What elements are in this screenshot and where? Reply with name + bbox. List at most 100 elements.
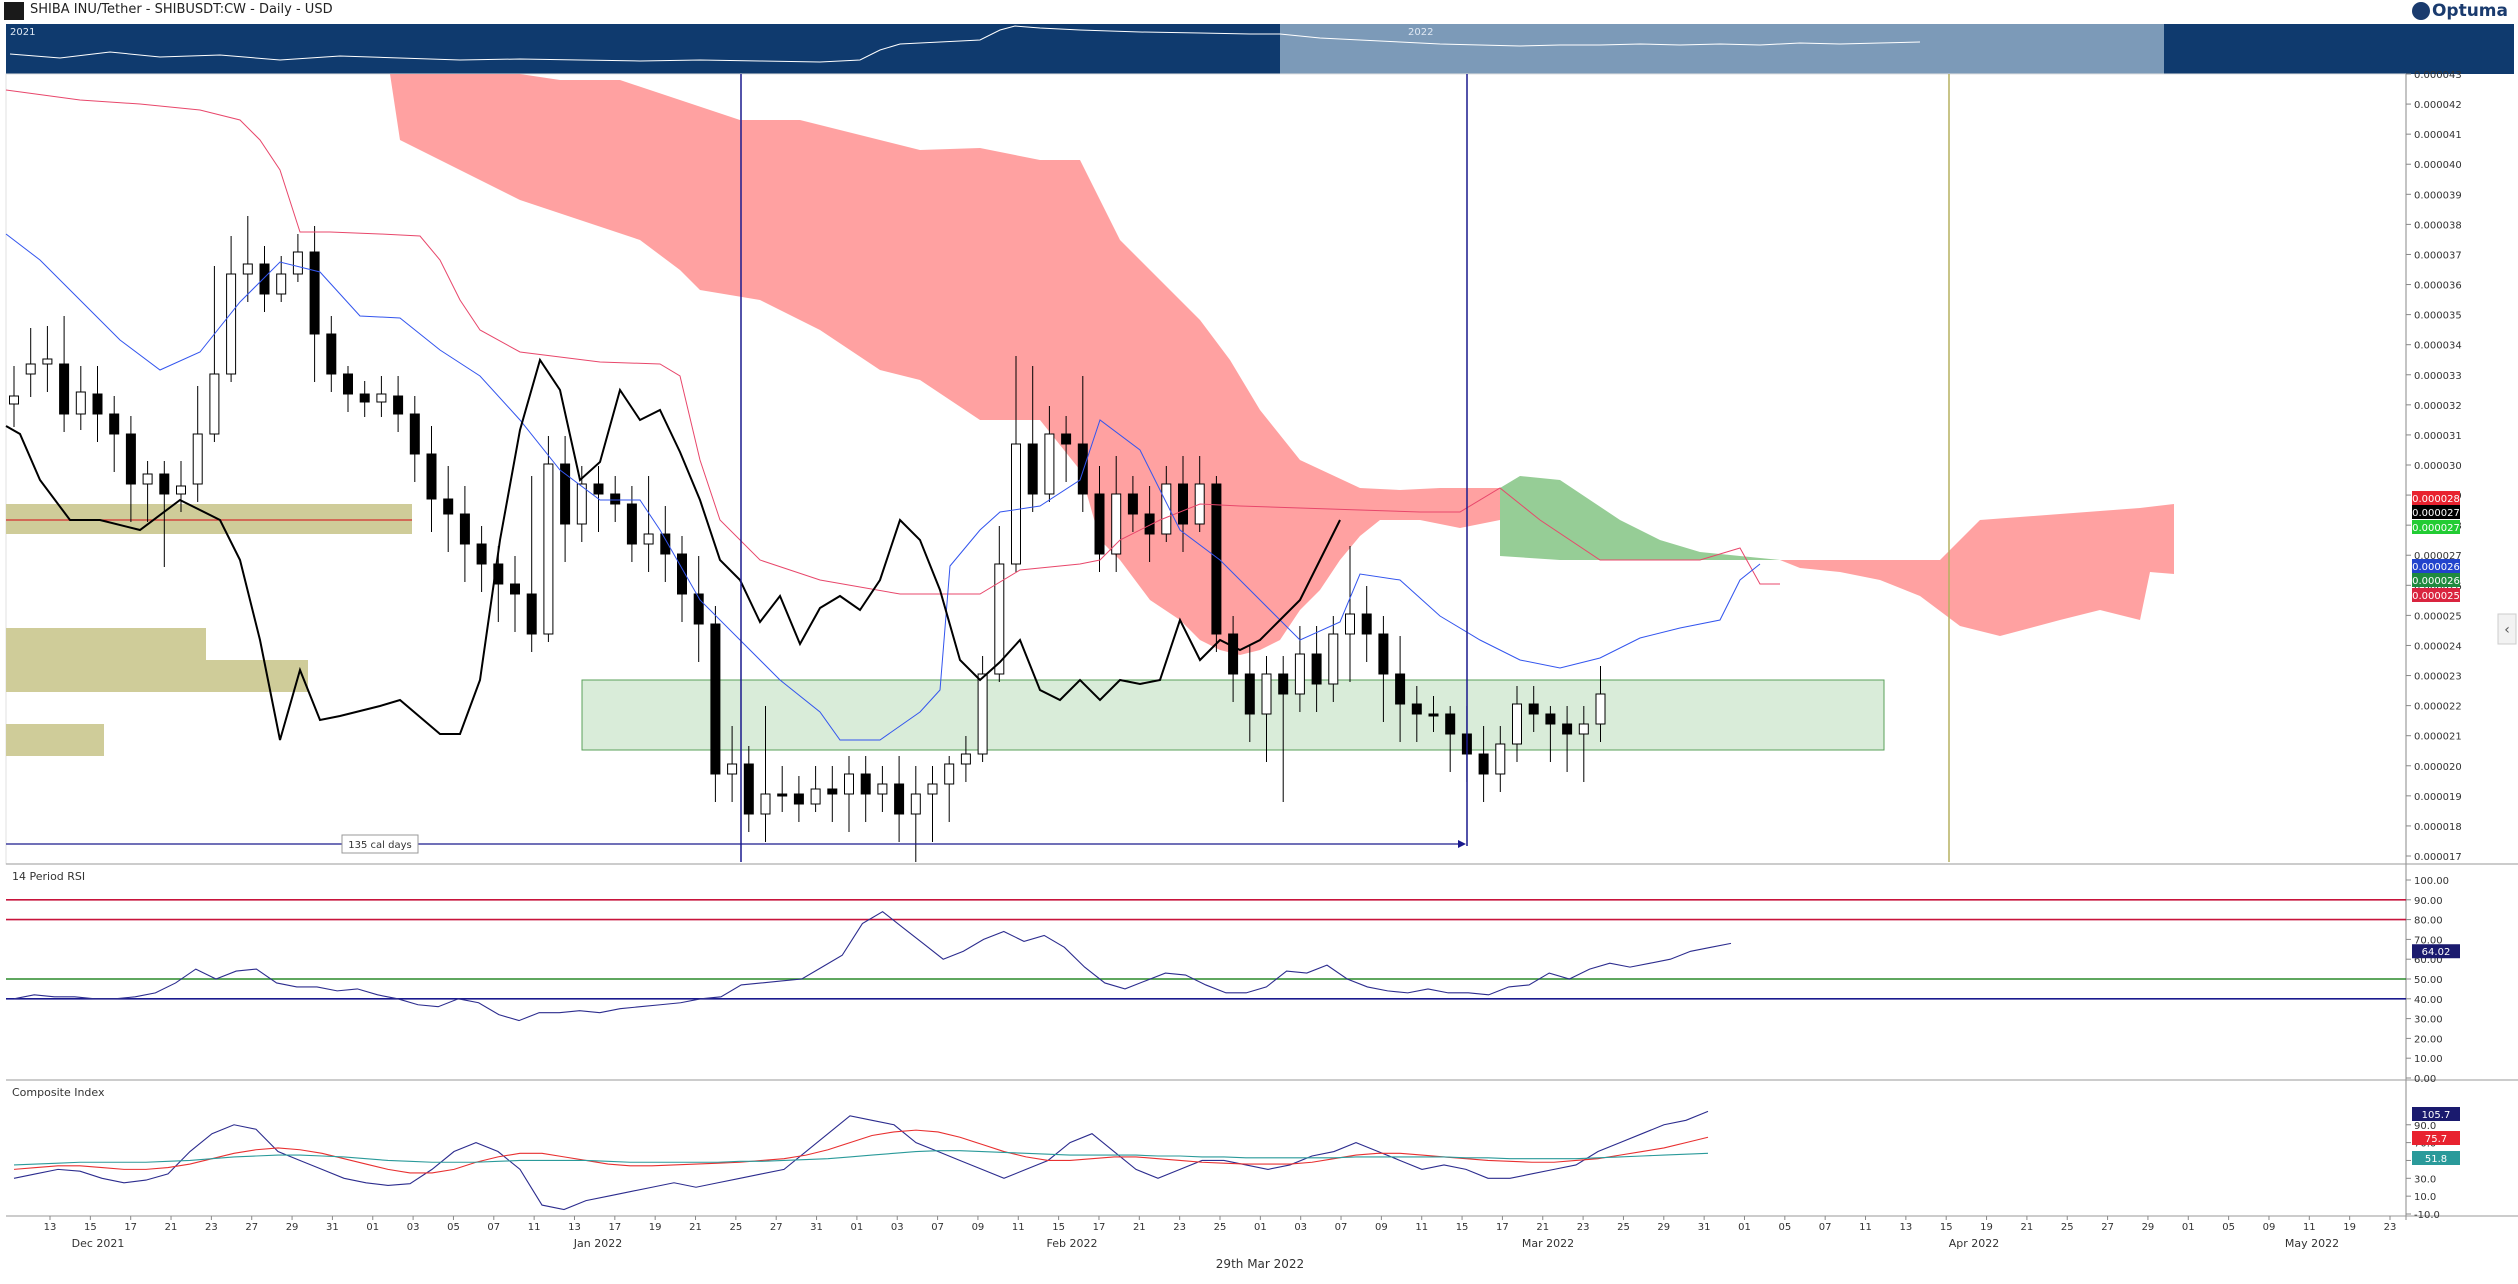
time-tick-label: 29: [286, 1222, 299, 1233]
time-tick-label: 25: [1214, 1222, 1227, 1233]
candle-body: [1445, 713, 1456, 735]
time-tick-label: 11: [528, 1222, 541, 1233]
time-tick-label: 13: [44, 1222, 57, 1233]
time-tick-label: 07: [1335, 1222, 1348, 1233]
candle: [192, 386, 203, 502]
candle: [693, 556, 704, 662]
candle: [459, 486, 470, 582]
candle: [944, 756, 955, 822]
price-tick-label: 0.000034: [2414, 341, 2462, 352]
candle-body: [409, 413, 420, 455]
composite-tick-label: 90.0: [2414, 1121, 2436, 1132]
candle-body: [1512, 703, 1522, 745]
candle-body: [1495, 743, 1506, 775]
candle: [793, 776, 804, 822]
candle-body: [1311, 653, 1322, 685]
time-tick-label: 21: [689, 1222, 702, 1233]
time-tick-label: 31: [1698, 1222, 1711, 1233]
candle-body: [1044, 433, 1055, 495]
supply-zones: [6, 504, 412, 756]
candle: [643, 476, 654, 572]
candle-body: [827, 788, 838, 795]
candle-body: [593, 483, 604, 495]
price-tick-label: 0.000019: [2414, 792, 2462, 803]
candle-body: [359, 393, 370, 403]
time-tick-label: 25: [2061, 1222, 2074, 1233]
candle-body: [743, 763, 754, 815]
time-tick-label: 01: [851, 1222, 864, 1233]
chart-canvas[interactable]: 2021 2022 135 cal days 14 Period RSI 0.0…: [0, 0, 2518, 1284]
candle-body: [576, 483, 587, 525]
candle-body: [142, 473, 153, 485]
time-tick-label: 09: [2263, 1222, 2276, 1233]
composite-last-value-label: 105.7: [2422, 1110, 2451, 1121]
candle: [359, 381, 370, 417]
candle-body: [75, 391, 86, 415]
time-tick-label: 27: [245, 1222, 258, 1233]
time-tick-label: 25: [729, 1222, 742, 1233]
candle: [1361, 586, 1372, 662]
candle-body: [226, 273, 237, 375]
time-tick-label: 17: [608, 1222, 621, 1233]
composite-last-value-label: 75.7: [2425, 1134, 2447, 1145]
candle-body: [1528, 703, 1539, 715]
measurement-arrowhead: [1458, 840, 1466, 848]
candle-body: [1127, 493, 1138, 515]
price-tick-label: 0.000017: [2414, 852, 2462, 863]
time-tick-label: 21: [2021, 1222, 2034, 1233]
navigator[interactable]: 2021 2022: [6, 24, 2514, 74]
rsi-tick-label: 0.00: [2414, 1074, 2436, 1085]
candle-body: [643, 533, 654, 545]
candle-body: [459, 513, 470, 545]
candle-body: [960, 753, 971, 765]
time-tick-label: 01: [2182, 1222, 2195, 1233]
time-tick-label: 03: [1294, 1222, 1307, 1233]
time-tick-label: 31: [326, 1222, 339, 1233]
candle-body: [292, 251, 303, 275]
ichimoku-cloud-future: [1780, 504, 2174, 636]
candle-body: [877, 783, 888, 795]
time-tick-label: 19: [649, 1222, 662, 1233]
time-tick-label: 19: [2343, 1222, 2356, 1233]
candle-body: [1228, 633, 1239, 675]
price-tick-label: 0.000042: [2414, 100, 2462, 111]
rsi-tick-label: 80.00: [2414, 916, 2443, 927]
collapse-panel-button[interactable]: ‹: [2497, 613, 2517, 645]
composite-tick-label: 10.0: [2414, 1192, 2436, 1203]
composite-panel-title: Composite Index: [12, 1086, 105, 1099]
chart-window: SHIBA INU/Tether - SHIBUSDT:CW - Daily -…: [0, 0, 2518, 1284]
price-tick-label: 0.000031: [2414, 431, 2462, 442]
ichimoku-cloud-bearish: [390, 74, 1500, 655]
candle-body: [894, 783, 905, 815]
candle-body: [259, 263, 270, 295]
supply-zone: [6, 504, 412, 534]
candle-body: [326, 333, 337, 375]
candle-body: [1211, 483, 1222, 635]
rsi-panel: 14 Period RSI 0.00 10.00 20.00 30.00 40.00 50…: [6, 870, 2460, 1085]
time-month-label: May 2022: [2285, 1237, 2339, 1250]
candle-body: [710, 623, 721, 775]
candle: [209, 266, 220, 442]
time-month-label: Apr 2022: [1949, 1237, 2000, 1250]
time-tick-label: 05: [447, 1222, 460, 1233]
last-value-label: 0.000025: [2412, 591, 2460, 602]
candle-body: [1428, 713, 1439, 717]
time-tick-label: 07: [931, 1222, 944, 1233]
candle: [409, 396, 420, 482]
time-tick-label: 17: [124, 1222, 137, 1233]
candle: [59, 316, 70, 432]
candle-body: [9, 395, 19, 405]
candle-body: [793, 793, 804, 805]
price-tick-label: 0.000041: [2414, 130, 2462, 141]
candle-body: [844, 773, 854, 795]
candle-body: [176, 485, 186, 495]
price-tick-label: 0.000022: [2414, 702, 2462, 713]
candle-body: [777, 793, 788, 797]
time-tick-label: 11: [1012, 1222, 1025, 1233]
candle-body: [1011, 443, 1021, 565]
time-tick-label: 13: [1899, 1222, 1912, 1233]
candle-body: [242, 263, 253, 275]
candle-body: [1111, 493, 1122, 555]
candle: [1345, 546, 1355, 682]
candle-body: [977, 673, 988, 755]
